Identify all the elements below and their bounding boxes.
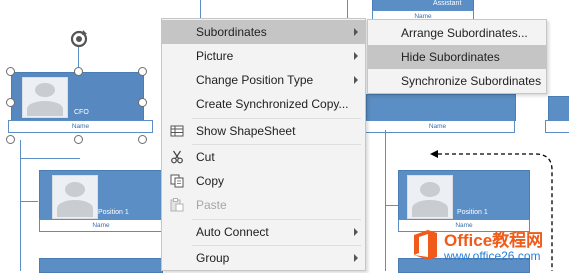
sibling-shape[interactable] xyxy=(548,96,569,121)
menu-item-show-shapesheet[interactable]: Show ShapeSheet xyxy=(162,119,365,143)
submenu-arrow-icon xyxy=(354,228,358,236)
cfo-photo-placeholder xyxy=(22,77,68,118)
position-shape-left[interactable]: Position 1 xyxy=(39,170,163,222)
position-left-title: Position 1 xyxy=(98,209,129,216)
connector-line xyxy=(385,130,386,271)
scissors-icon xyxy=(170,150,184,164)
submenu-item-synchronize-subordinates[interactable]: Synchronize Subordinates xyxy=(368,69,546,93)
connector-line xyxy=(385,205,398,206)
resize-handle[interactable] xyxy=(6,98,15,107)
resize-handle[interactable] xyxy=(6,135,15,144)
menu-item-paste[interactable]: Paste xyxy=(162,193,365,217)
resize-handle[interactable] xyxy=(138,98,147,107)
resize-handle[interactable] xyxy=(74,135,83,144)
menu-item-group[interactable]: Group xyxy=(162,246,365,270)
menu-item-cut[interactable]: Cut xyxy=(162,145,365,169)
menu-item-copy[interactable]: Copy xyxy=(162,169,365,193)
position-right-title: Position 1 xyxy=(457,209,488,216)
position-shape-right[interactable]: Position 1 xyxy=(398,170,530,222)
subordinates-submenu: Arrange Subordinates... Hide Subordinate… xyxy=(367,19,547,94)
resize-handle[interactable] xyxy=(138,135,147,144)
paste-icon xyxy=(170,198,184,212)
submenu-arrow-icon xyxy=(354,28,358,36)
assistant-title: Assistant xyxy=(433,0,462,7)
resize-handle[interactable] xyxy=(138,67,147,76)
cto-name-field[interactable]: Name xyxy=(360,120,515,133)
copy-icon xyxy=(170,174,184,188)
submenu-arrow-icon xyxy=(354,52,358,60)
submenu-arrow-icon xyxy=(354,76,358,84)
cfo-shape[interactable]: CFO xyxy=(11,72,144,121)
menu-item-auto-connect[interactable]: Auto Connect xyxy=(162,220,365,244)
resize-handle[interactable] xyxy=(74,67,83,76)
submenu-arrow-icon xyxy=(354,254,358,262)
connector-line xyxy=(20,158,80,159)
position-photo-placeholder xyxy=(407,175,453,219)
menu-item-subordinates[interactable]: Subordinates xyxy=(162,20,365,44)
menu-item-create-synchronized-copy[interactable]: Create Synchronized Copy... xyxy=(162,92,365,116)
watermark-brand: Office教程网 xyxy=(444,231,544,250)
position-photo-placeholder xyxy=(52,175,98,219)
watermark-url: www.office26.com xyxy=(444,249,541,263)
connector-line xyxy=(20,140,21,271)
sibling-name-field[interactable] xyxy=(545,120,569,133)
context-menu: Subordinates Picture Change Position Typ… xyxy=(161,18,366,271)
connector-line xyxy=(20,201,38,202)
office-logo-icon xyxy=(414,230,437,260)
menu-item-change-position-type[interactable]: Change Position Type xyxy=(162,68,365,92)
position-left-name-field[interactable]: Name xyxy=(39,219,163,232)
cfo-title: CFO xyxy=(74,109,89,116)
shapesheet-icon xyxy=(170,124,184,138)
menu-item-picture[interactable]: Picture xyxy=(162,44,365,68)
rotate-handle-icon[interactable] xyxy=(68,28,90,50)
watermark: Office教程网 www.office26.com xyxy=(410,222,569,271)
cfo-name-field[interactable]: Name xyxy=(8,120,153,133)
submenu-item-arrange-subordinates[interactable]: Arrange Subordinates... xyxy=(368,21,546,45)
resize-handle[interactable] xyxy=(6,67,15,76)
cto-shape[interactable] xyxy=(366,94,516,121)
submenu-item-hide-subordinates[interactable]: Hide Subordinates xyxy=(368,45,546,69)
